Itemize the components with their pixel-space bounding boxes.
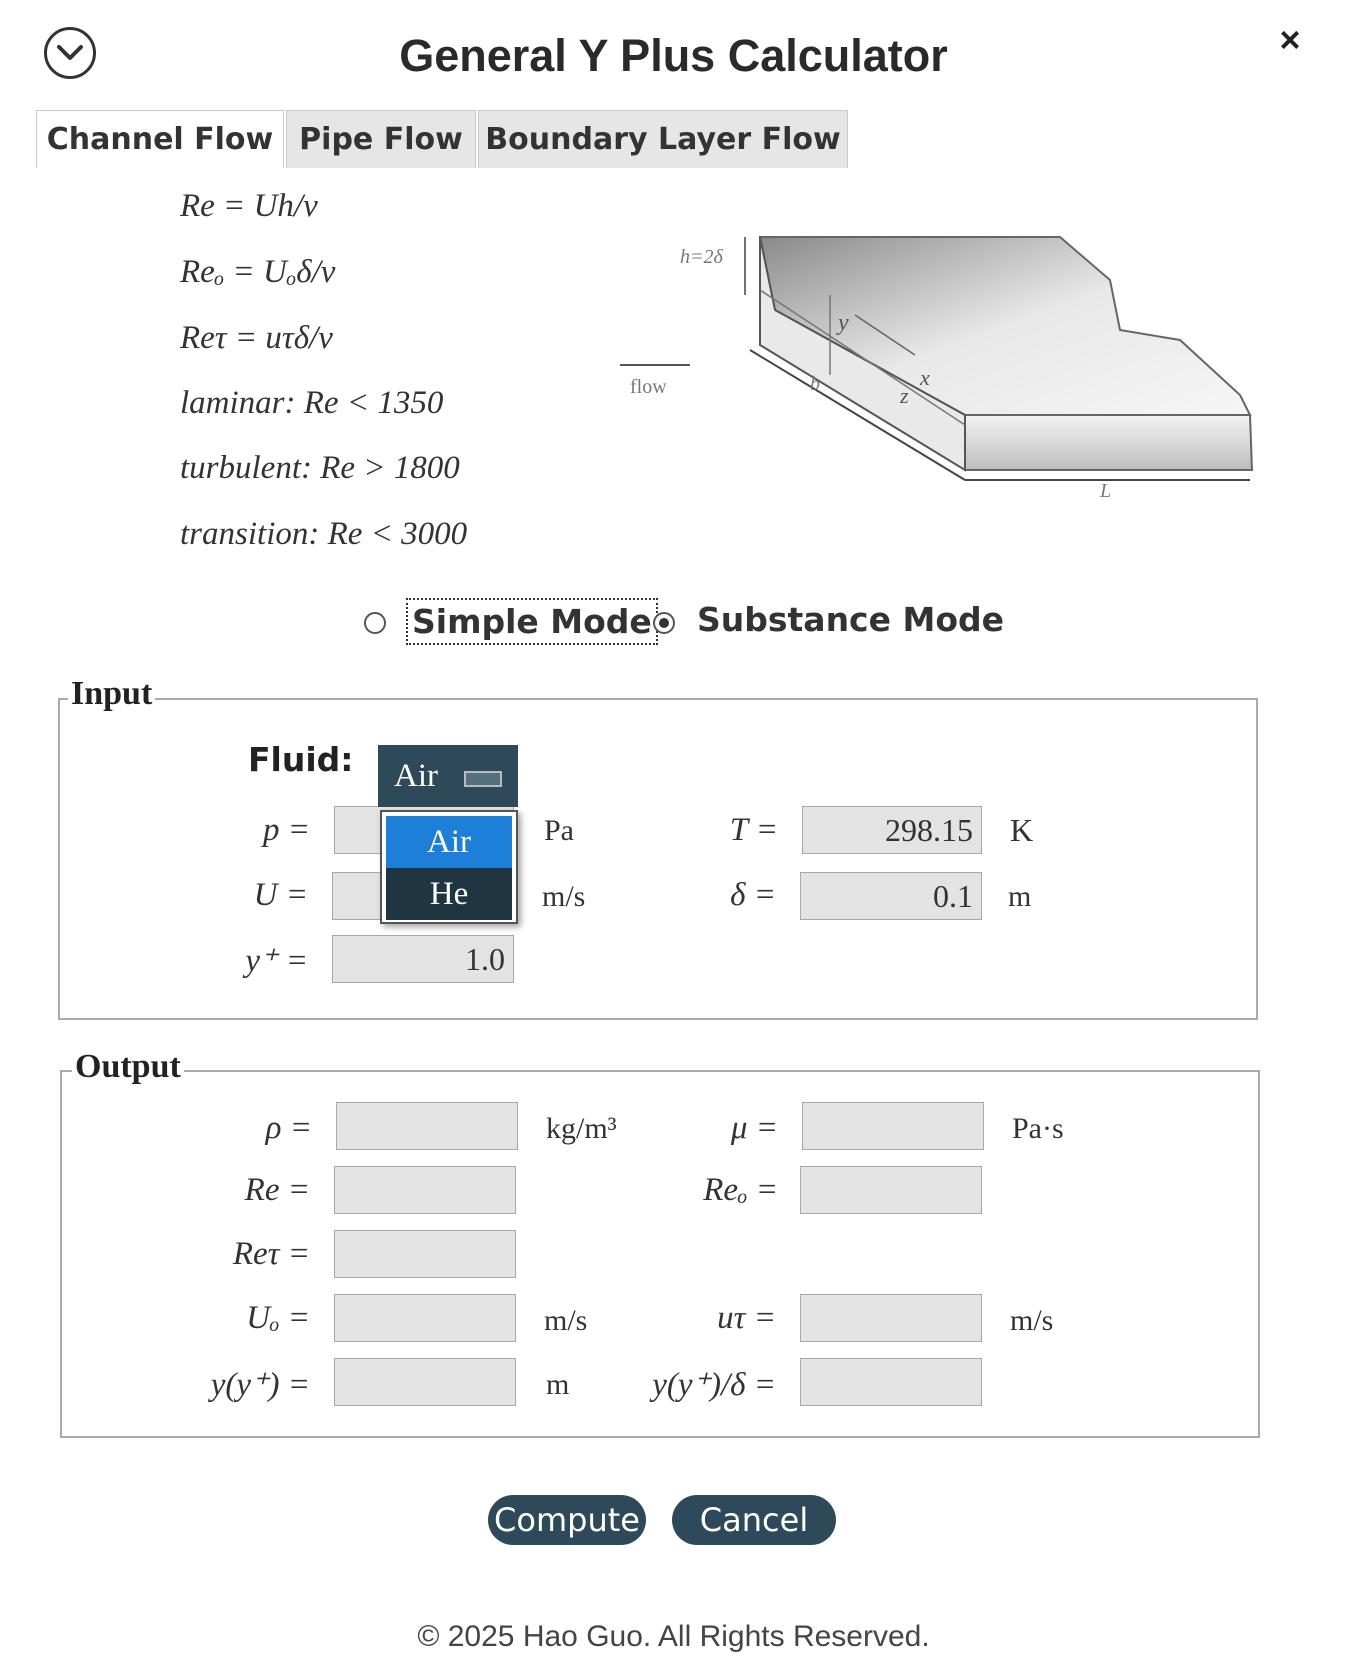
cancel-button[interactable]: Cancel — [672, 1495, 836, 1545]
footer-copyright: © 2025 Hao Guo. All Rights Reserved. — [417, 1620, 930, 1653]
yyp-output[interactable] — [334, 1358, 516, 1406]
page-title: General Y Plus Calculator — [399, 30, 948, 81]
rho-label: ρ = — [265, 1110, 312, 1146]
fluid-select[interactable]: Air — [378, 745, 518, 807]
utau-label: uτ = — [717, 1300, 776, 1336]
u-label: U = — [253, 877, 308, 913]
mu-output[interactable] — [802, 1102, 984, 1150]
tab-channel-flow[interactable]: Channel Flow — [36, 110, 284, 168]
uo-label: Uₒ = — [246, 1300, 310, 1336]
diagram-y-label: y — [836, 310, 849, 336]
delta-input[interactable]: 0.1 — [800, 872, 982, 920]
reo-label: Reₒ = — [703, 1172, 778, 1208]
simple-mode-label[interactable]: Simple Mode — [406, 598, 658, 645]
u-unit: m/s — [542, 880, 586, 913]
input-legend: Input — [68, 675, 156, 713]
diagram-h-label: h=2δ — [680, 246, 723, 268]
formula-re: Re = Uh/ν — [180, 188, 318, 224]
yypd-label: y(y⁺)/δ = — [652, 1367, 776, 1403]
yyp-label: y(y⁺) = — [210, 1367, 310, 1403]
dropdown-toggle-icon — [464, 771, 502, 787]
output-legend: Output — [72, 1048, 184, 1086]
retau-label: Reτ = — [232, 1236, 310, 1272]
utau-unit: m/s — [1010, 1304, 1054, 1337]
uo-unit: m/s — [544, 1304, 588, 1337]
formula-turbulent: turbulent: Re > 1800 — [180, 450, 460, 486]
compute-button[interactable]: Compute — [488, 1495, 646, 1545]
fluid-label: Fluid: — [248, 740, 354, 779]
mu-unit: Pa·s — [1012, 1112, 1064, 1145]
fluid-option-he[interactable]: He — [386, 868, 512, 920]
t-input[interactable]: 298.15 — [802, 806, 982, 854]
rho-unit: kg/m³ — [546, 1112, 617, 1145]
retau-output[interactable] — [334, 1230, 516, 1278]
utau-output[interactable] — [800, 1294, 982, 1342]
fluid-dropdown-list: Air He — [380, 810, 518, 924]
re-label: Re = — [244, 1172, 310, 1208]
fluid-select-value: Air — [394, 757, 438, 794]
diagram-flow-label: flow — [630, 376, 667, 398]
yypd-output[interactable] — [800, 1358, 982, 1406]
t-label: T = — [729, 812, 778, 848]
diagram-b-label: b — [810, 373, 820, 395]
tab-boundary-layer-flow[interactable]: Boundary Layer Flow — [478, 110, 848, 168]
formula-transition: transition: Re < 3000 — [180, 516, 468, 552]
delta-unit: m — [1008, 880, 1032, 913]
yplus-label: y⁺ = — [245, 943, 308, 979]
p-label: p = — [262, 812, 310, 848]
delta-label: δ = — [730, 877, 776, 913]
formula-laminar: laminar: Re < 1350 — [180, 385, 444, 421]
tab-pipe-flow[interactable]: Pipe Flow — [286, 110, 476, 168]
fluid-option-air[interactable]: Air — [386, 816, 512, 868]
formula-reo: Reₒ = Uₒδ/ν — [180, 254, 336, 290]
formula-retau: Reτ = uτδ/ν — [180, 320, 333, 356]
diagram-l-label: L — [1099, 480, 1111, 502]
p-unit: Pa — [544, 814, 574, 847]
channel-diagram: h=2δ y x z b flow L — [620, 236, 1254, 502]
re-output[interactable] — [334, 1166, 516, 1214]
close-button[interactable]: × — [1270, 20, 1310, 60]
mu-label: μ = — [730, 1110, 778, 1146]
yplus-input[interactable]: 1.0 — [332, 935, 514, 983]
substance-mode-radio[interactable] — [653, 612, 675, 634]
reo-output[interactable] — [800, 1166, 982, 1214]
yyp-unit: m — [546, 1368, 570, 1401]
substance-mode-label[interactable]: Substance Mode — [697, 600, 1004, 639]
uo-output[interactable] — [334, 1294, 516, 1342]
simple-mode-radio[interactable] — [364, 612, 386, 634]
t-unit: K — [1010, 812, 1034, 848]
rho-output[interactable] — [336, 1102, 518, 1150]
diagram-x-label: x — [919, 365, 930, 390]
diagram-z-label: z — [899, 383, 909, 408]
